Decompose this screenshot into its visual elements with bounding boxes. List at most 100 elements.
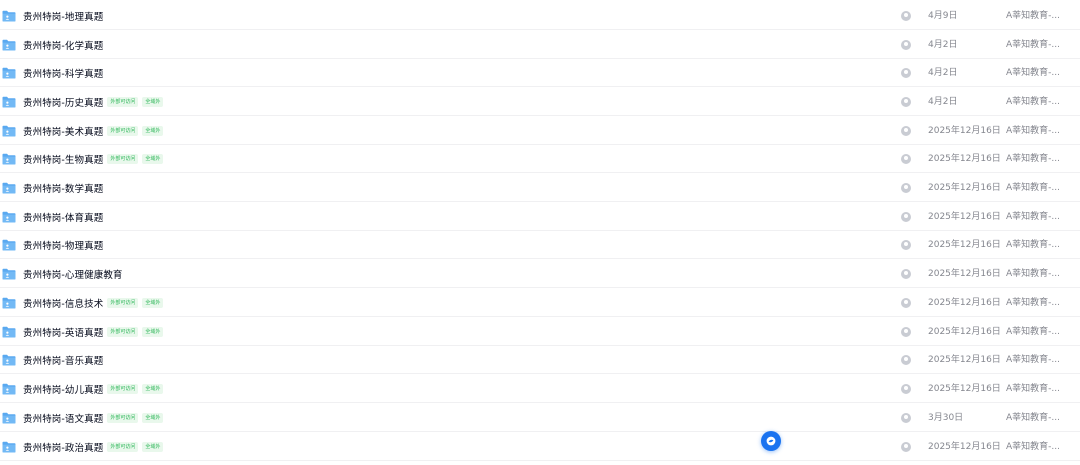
file-row[interactable]: 贵州特岗-音乐真题 2025年12月16日 A莘知教育-... [0, 346, 1080, 374]
file-row[interactable]: 贵州特岗-幼儿真题 外部可访问 全域外 2025年12月16日 A莘知教育-... [0, 375, 1080, 403]
owner-source: A莘知教育-... [1006, 240, 1060, 250]
owner-source: A莘知教育-... [1006, 384, 1060, 394]
scope-tag: 全域外 [142, 97, 164, 107]
status-icon [901, 240, 911, 250]
file-name[interactable]: 贵州特岗-信息技术 [23, 296, 103, 310]
modified-date: 4月2日 [928, 97, 958, 107]
owner-source: A莘知教育-... [1006, 327, 1060, 337]
file-name[interactable]: 贵州特岗-英语真题 [23, 325, 103, 339]
file-name-cell[interactable]: 贵州特岗-美术真题 外部可访问 全域外 [23, 117, 164, 145]
file-row[interactable]: 贵州特岗-体育真题 2025年12月16日 A莘知教育-... [0, 203, 1080, 231]
file-row[interactable]: 贵州特岗-历史真题 外部可访问 全域外 4月2日 A莘知教育-... [0, 88, 1080, 116]
file-name-cell[interactable]: 贵州特岗-数学真题 [23, 174, 103, 202]
scope-tag: 全域外 [142, 442, 164, 452]
file-name-cell[interactable]: 贵州特岗-信息技术 外部可访问 全域外 [23, 289, 164, 317]
status-icon [901, 442, 911, 452]
owner-source: A莘知教育-... [1006, 413, 1060, 423]
status-icon [901, 154, 911, 164]
owner-source: A莘知教育-... [1006, 126, 1060, 136]
owner-source: A莘知教育-... [1006, 355, 1060, 365]
modified-date: 2025年12月16日 [928, 212, 1001, 222]
scope-tag: 全域外 [142, 384, 164, 394]
folder-icon [2, 96, 16, 108]
owner-source: A莘知教育-... [1006, 212, 1060, 222]
external-access-tag: 外部可访问 [107, 384, 139, 394]
file-name[interactable]: 贵州特岗-心理健康教育 [23, 267, 123, 281]
file-name[interactable]: 贵州特岗-科学真题 [23, 66, 103, 80]
modified-date: 2025年12月16日 [928, 442, 1001, 452]
file-name-cell[interactable]: 贵州特岗-科学真题 [23, 59, 103, 87]
file-name[interactable]: 贵州特岗-生物真题 [23, 152, 103, 166]
file-row[interactable]: 贵州特岗-数学真题 2025年12月16日 A莘知教育-... [0, 174, 1080, 202]
file-name-cell[interactable]: 贵州特岗-音乐真题 [23, 346, 103, 374]
folder-icon [2, 441, 16, 453]
external-access-tag: 外部可访问 [107, 298, 139, 308]
owner-source: A莘知教育-... [1006, 97, 1060, 107]
folder-icon [2, 268, 16, 280]
modified-date: 2025年12月16日 [928, 240, 1001, 250]
folder-icon [2, 125, 16, 137]
status-icon [901, 183, 911, 193]
file-name-cell[interactable]: 贵州特岗-体育真题 [23, 203, 103, 231]
scope-tag: 全域外 [142, 413, 164, 423]
file-row[interactable]: 贵州特岗-信息技术 外部可访问 全域外 2025年12月16日 A莘知教育-... [0, 289, 1080, 317]
file-list: 贵州特岗-地理真题 4月9日 A莘知教育-... 贵州特岗-化学真题 4月2日 A莘知教育… [0, 0, 1080, 465]
modified-date: 2025年12月16日 [928, 355, 1001, 365]
file-name-cell[interactable]: 贵州特岗-地理真题 [23, 2, 103, 30]
file-name-cell[interactable]: 贵州特岗-历史真题 外部可访问 全域外 [23, 88, 164, 116]
file-name[interactable]: 贵州特岗-历史真题 [23, 95, 103, 109]
file-name-cell[interactable]: 贵州特岗-英语真题 外部可访问 全域外 [23, 318, 164, 346]
file-name[interactable]: 贵州特岗-音乐真题 [23, 353, 103, 367]
file-row[interactable]: 贵州特岗-英语真题 外部可访问 全域外 2025年12月16日 A莘知教育-... [0, 318, 1080, 346]
file-row[interactable]: 贵州特岗-美术真题 外部可访问 全域外 2025年12月16日 A莘知教育-... [0, 117, 1080, 145]
status-icon [901, 384, 911, 394]
modified-date: 2025年12月16日 [928, 154, 1001, 164]
floating-action-icon [766, 436, 776, 446]
owner-source: A莘知教育-... [1006, 154, 1060, 164]
file-row[interactable]: 贵州特岗-心理健康教育 2025年12月16日 A莘知教育-... [0, 260, 1080, 288]
modified-date: 2025年12月16日 [928, 269, 1001, 279]
file-name[interactable]: 贵州特岗-政治真题 [23, 440, 103, 454]
status-icon [901, 126, 911, 136]
owner-source: A莘知教育-... [1006, 298, 1060, 308]
folder-icon [2, 239, 16, 251]
folder-icon [2, 383, 16, 395]
file-name[interactable]: 贵州特岗-体育真题 [23, 210, 103, 224]
file-name[interactable]: 贵州特岗-物理真题 [23, 238, 103, 252]
file-name-cell[interactable]: 贵州特岗-政治真题 外部可访问 全域外 [23, 433, 164, 461]
file-name-cell[interactable]: 贵州特岗-生物真题 外部可访问 全域外 [23, 145, 164, 173]
file-row[interactable]: 贵州特岗-生物真题 外部可访问 全域外 2025年12月16日 A莘知教育-... [0, 145, 1080, 173]
floating-action-button[interactable] [761, 431, 781, 451]
file-name-cell[interactable]: 贵州特岗-化学真题 [23, 31, 103, 59]
folder-icon [2, 211, 16, 223]
status-icon [901, 40, 911, 50]
owner-source: A莘知教育-... [1006, 442, 1060, 452]
file-name-cell[interactable]: 贵州特岗-语文真题 外部可访问 全域外 [23, 404, 164, 432]
file-name-cell[interactable]: 贵州特岗-幼儿真题 外部可访问 全域外 [23, 375, 164, 403]
file-row[interactable]: 贵州特岗-地理真题 4月9日 A莘知教育-... [0, 2, 1080, 30]
file-name[interactable]: 贵州特岗-地理真题 [23, 9, 103, 23]
folder-icon [2, 412, 16, 424]
file-name[interactable]: 贵州特岗-幼儿真题 [23, 382, 103, 396]
file-row[interactable]: 贵州特岗-科学真题 4月2日 A莘知教育-... [0, 59, 1080, 87]
file-row[interactable]: 贵州特岗-语文真题 外部可访问 全域外 3月30日 A莘知教育-... [0, 404, 1080, 432]
folder-icon [2, 10, 16, 22]
status-icon [901, 11, 911, 21]
folder-icon [2, 354, 16, 366]
file-name[interactable]: 贵州特岗-数学真题 [23, 181, 103, 195]
file-name-cell[interactable]: 贵州特岗-物理真题 [23, 231, 103, 259]
file-row[interactable]: 贵州特岗-政治真题 外部可访问 全域外 2025年12月16日 A莘知教育-... [0, 433, 1080, 461]
modified-date: 2025年12月16日 [928, 384, 1001, 394]
file-name[interactable]: 贵州特岗-语文真题 [23, 411, 103, 425]
external-access-tag: 外部可访问 [107, 97, 139, 107]
modified-date: 2025年12月16日 [928, 298, 1001, 308]
file-row[interactable]: 贵州特岗-物理真题 2025年12月16日 A莘知教育-... [0, 231, 1080, 259]
file-name[interactable]: 贵州特岗-美术真题 [23, 124, 103, 138]
folder-icon [2, 153, 16, 165]
external-access-tag: 外部可访问 [107, 327, 139, 337]
owner-source: A莘知教育-... [1006, 269, 1060, 279]
file-name-cell[interactable]: 贵州特岗-心理健康教育 [23, 260, 123, 288]
file-row[interactable]: 贵州特岗-化学真题 4月2日 A莘知教育-... [0, 31, 1080, 59]
file-name[interactable]: 贵州特岗-化学真题 [23, 38, 103, 52]
folder-icon [2, 67, 16, 79]
